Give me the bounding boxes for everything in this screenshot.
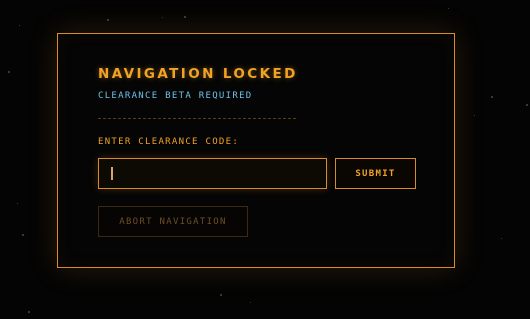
clearance-code-input[interactable] xyxy=(98,158,327,189)
abort-navigation-button[interactable]: ABORT NAVIGATION xyxy=(98,206,248,237)
dialog-title: NAVIGATION LOCKED xyxy=(98,66,298,82)
star xyxy=(8,71,10,73)
star xyxy=(474,115,475,116)
text-caret xyxy=(111,167,113,180)
star xyxy=(19,25,20,26)
star xyxy=(501,238,502,239)
submit-button[interactable]: SUBMIT xyxy=(335,158,416,189)
star xyxy=(250,302,251,303)
star xyxy=(17,203,18,204)
star xyxy=(28,311,30,313)
clearance-requirement: CLEARANCE BETA REQUIRED xyxy=(98,91,253,101)
star xyxy=(22,234,24,236)
divider xyxy=(98,118,296,119)
star xyxy=(491,96,493,98)
navigation-lock-dialog: NAVIGATION LOCKED CLEARANCE BETA REQUIRE… xyxy=(57,33,455,268)
star xyxy=(107,19,109,21)
star xyxy=(220,294,222,296)
clearance-code-label: ENTER CLEARANCE CODE: xyxy=(98,137,240,147)
star xyxy=(184,16,186,18)
star xyxy=(526,104,528,106)
star xyxy=(448,8,449,9)
star xyxy=(162,17,163,18)
